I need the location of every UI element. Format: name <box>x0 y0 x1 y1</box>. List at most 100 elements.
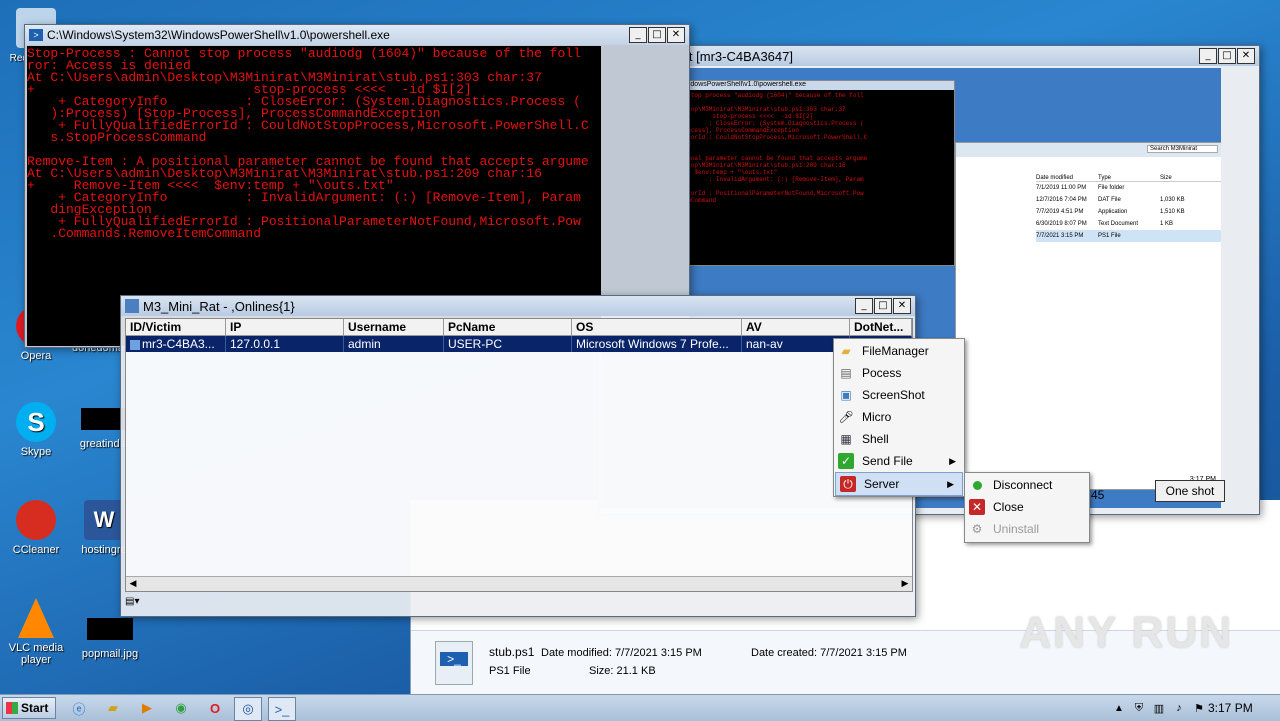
chrome-icon[interactable]: ◉ <box>168 697 194 719</box>
inner-cell: File folder <box>1098 185 1125 191</box>
ps1-file-icon: >_ <box>435 641 473 685</box>
menu-item-micro[interactable]: 🎤︎ Micro <box>834 406 964 428</box>
screenshot-icon: ▣ <box>840 388 852 402</box>
inner-cell: 1,030 KB <box>1160 197 1185 203</box>
inner-row: 7/7/2019 4:51 PM Application 1,510 KB <box>1036 206 1221 218</box>
close-button[interactable]: ✕ <box>893 298 911 314</box>
col-id-victim[interactable]: ID/Victim <box>126 319 226 335</box>
cell-ip: 127.0.0.1 <box>226 336 344 352</box>
horizontal-scrollbar[interactable]: ◀ ▶ <box>126 576 912 591</box>
powershell-titlebar[interactable]: > C:\Windows\System32\WindowsPowerShell\… <box>25 25 689 45</box>
powershell-icon: > <box>29 29 43 41</box>
menu-item-send-file[interactable]: ✓ Send File ▶ <box>834 450 964 472</box>
inner-cell: 7/7/2019 4:51 PM <box>1036 209 1084 215</box>
red-x-icon: ✕ <box>969 499 985 515</box>
inner-cell: PS1 File <box>1098 233 1121 239</box>
scroll-left-arrow[interactable]: ◀ <box>127 578 139 590</box>
process-icon: ▤ <box>840 366 852 380</box>
opera-taskbar-icon[interactable]: O <box>202 697 228 719</box>
maximize-button[interactable]: □ <box>648 27 666 43</box>
windows-logo-icon <box>6 702 18 714</box>
grid-header: ID/Victim IP Username PcName OS AV DotNe… <box>126 319 912 336</box>
details-filename: stub.ps1 <box>489 645 535 659</box>
submenu-arrow-icon: ▶ <box>949 455 956 466</box>
col-pcname[interactable]: PcName <box>444 319 572 335</box>
vlc-icon[interactable]: VLC media player <box>4 598 68 666</box>
gear-icon: ⚙ <box>971 522 983 536</box>
details-size: Size: 21.1 KB <box>589 665 656 677</box>
shell-icon: ▦ <box>840 432 852 446</box>
inner-cell: 7/7/2021 3:15 PM <box>1036 233 1084 239</box>
minimize-button[interactable]: _ <box>629 27 647 43</box>
screenshot-titlebar[interactable]: Screen Shot [mr3-C4BA3647] _ □ ✕ <box>599 46 1259 66</box>
cell-os: Microsoft Windows 7 Profe... <box>572 336 742 352</box>
cell-pcname: USER-PC <box>444 336 572 352</box>
details-file-type: PS1 File <box>489 665 531 677</box>
minimize-button[interactable]: _ <box>1199 48 1217 64</box>
microphone-icon: 🎤︎ <box>838 410 854 424</box>
taskbar: Start ⓔ ▰ ▶ ◉ O ◎ >_ ▲ ⛨ ▥ ♪ ⚑ 3:17 PM <box>0 694 1280 721</box>
table-row[interactable]: mr3-C4BA3... 127.0.0.1 admin USER-PC Mic… <box>126 336 912 352</box>
submenu-arrow-icon: ▶ <box>947 478 954 489</box>
inner-cell <box>1160 182 1200 194</box>
inner-cell: DAT File <box>1098 197 1121 203</box>
rat-titlebar[interactable]: M3_Mini_Rat - ,Onlines{1} _ □ ✕ <box>121 296 915 316</box>
details-date-modified: Date modified: 7/7/2021 3:15 PM <box>541 647 702 659</box>
maximize-button[interactable]: □ <box>874 298 892 314</box>
cell-id: mr3-C4BA3... <box>126 336 226 352</box>
menu-item-server[interactable]: ⏻ Server ▶ <box>835 472 963 496</box>
inner-cell: Application <box>1098 209 1128 215</box>
statusbar-dropdown-icon[interactable]: ▤▾ <box>125 596 147 610</box>
victims-grid: ID/Victim IP Username PcName OS AV DotNe… <box>125 318 913 592</box>
powershell-taskbar-icon[interactable]: >_ <box>268 697 296 721</box>
menu-item-shell[interactable]: ▦ Shell <box>834 428 964 450</box>
menu-item-filemanager[interactable]: ▰ FileManager <box>834 340 964 362</box>
menu-item-disconnect[interactable]: Disconnect <box>965 474 1089 496</box>
explorer-icon[interactable]: ▰ <box>100 697 126 719</box>
menu-item-uninstall[interactable]: ⚙ Uninstall <box>965 518 1089 540</box>
folder-icon: ▰ <box>841 344 851 358</box>
details-date-created: Date created: 7/7/2021 3:15 PM <box>751 647 907 659</box>
inner-row: 7/1/2019 11:00 PM File folder <box>1036 182 1221 194</box>
context-menu: ▰ FileManager ▤ Pocess ▣ ScreenShot 🎤︎ Micro… <box>833 338 965 497</box>
start-button[interactable]: Start <box>2 697 56 719</box>
inner-cell: 7/1/2019 11:00 PM <box>1036 185 1087 191</box>
victim-icon <box>130 339 140 350</box>
app-taskbar-icon[interactable]: ◎ <box>234 697 262 721</box>
statusbar: ▤▾ <box>121 594 915 614</box>
taskbar-clock[interactable]: 3:17 PM <box>1208 701 1253 715</box>
close-button[interactable]: ✕ <box>1237 48 1255 64</box>
check-icon: ✓ <box>838 453 854 469</box>
maximize-button[interactable]: □ <box>1218 48 1236 64</box>
rat-window: M3_Mini_Rat - ,Onlines{1} _ □ ✕ ID/Victi… <box>120 295 916 617</box>
console-line: s.StopProcessCommand <box>27 130 207 145</box>
close-button[interactable]: ✕ <box>667 27 685 43</box>
cell-username: admin <box>344 336 444 352</box>
col-username[interactable]: Username <box>344 319 444 335</box>
power-icon: ⏻ <box>840 476 856 492</box>
inner-cell: Text Document <box>1098 221 1139 227</box>
inner-cell <box>1160 230 1200 242</box>
green-dot-icon <box>969 477 985 493</box>
menu-item-process[interactable]: ▤ Pocess <box>834 362 964 384</box>
media-player-icon[interactable]: ▶ <box>134 697 160 719</box>
skype-icon[interactable]: S Skype <box>4 402 68 458</box>
col-os[interactable]: OS <box>572 319 742 335</box>
inner-row: 12/7/2016 7:04 PM DAT File 1,030 KB <box>1036 194 1221 206</box>
scroll-right-arrow[interactable]: ▶ <box>899 578 911 590</box>
console-line: .Commands.RemoveItemCommand <box>27 226 262 241</box>
ie-icon[interactable]: ⓔ <box>66 697 92 719</box>
app-icon <box>125 299 139 313</box>
inner-columns: Date modified Type Size <box>1036 175 1221 182</box>
inner-cell: 6/30/2019 8:07 PM <box>1036 221 1087 227</box>
menu-item-screenshot[interactable]: ▣ ScreenShot <box>834 384 964 406</box>
col-av[interactable]: AV <box>742 319 850 335</box>
watermark: ANY RUN <box>1019 608 1233 657</box>
minimize-button[interactable]: _ <box>855 298 873 314</box>
menu-item-close[interactable]: ✕ Close <box>965 496 1089 518</box>
ccleaner-icon[interactable]: CCleaner <box>4 500 68 556</box>
inner-cell: 1 KB <box>1160 221 1174 227</box>
col-dotnet[interactable]: DotNet... <box>850 319 912 335</box>
one-shot-button[interactable]: One shot <box>1155 480 1225 502</box>
col-ip[interactable]: IP <box>226 319 344 335</box>
